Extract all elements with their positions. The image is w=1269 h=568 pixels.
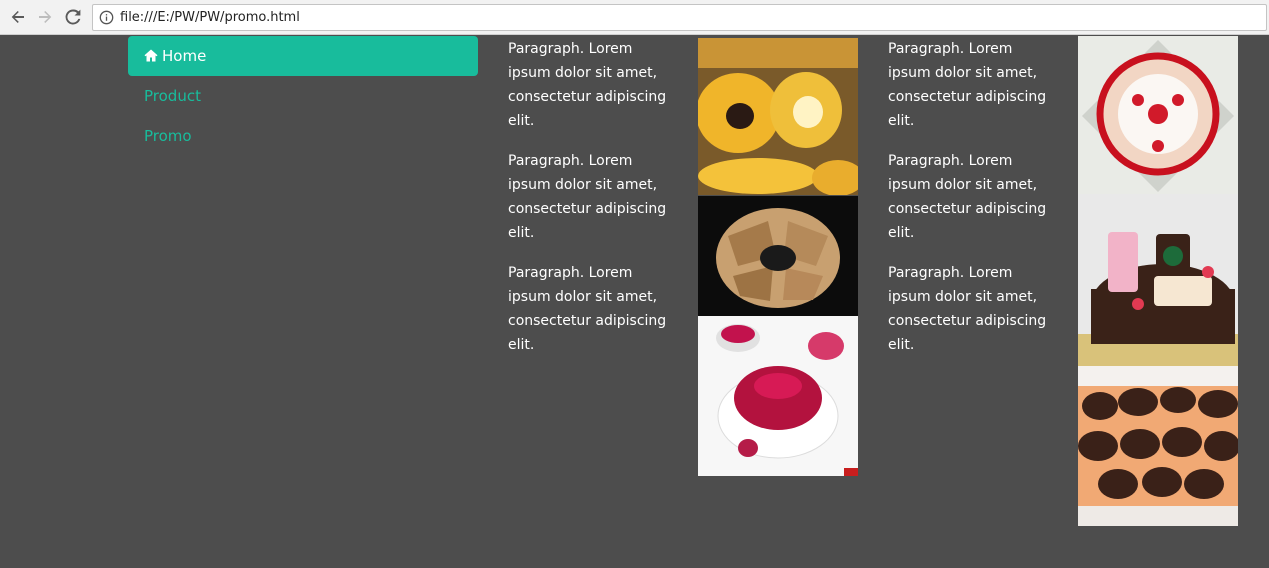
- sidebar-item-label: Home: [162, 47, 207, 65]
- paragraph: Paragraph. Lorem ipsum dolor sit amet, c…: [508, 41, 667, 129]
- browser-toolbar: file:///E:/PW/PW/promo.html: [0, 0, 1269, 35]
- sidebar-item-label: Product: [144, 87, 201, 105]
- chocolate-cookies-image: [1078, 366, 1238, 526]
- image-column-b: [1078, 36, 1238, 526]
- back-arrow-icon[interactable]: [7, 6, 29, 28]
- sidebar-item-label: Promo: [144, 127, 192, 145]
- reload-icon[interactable]: [62, 6, 84, 28]
- wafer-snack-image: [698, 196, 858, 316]
- paragraph: Paragraph. Lorem ipsum dolor sit amet, c…: [508, 153, 667, 241]
- text-column-a: Paragraph. Lorem ipsum dolor sit amet, c…: [508, 37, 668, 373]
- home-icon: [144, 49, 158, 62]
- address-bar[interactable]: file:///E:/PW/PW/promo.html: [92, 4, 1267, 31]
- image-column-a: [698, 38, 858, 476]
- paragraph: Paragraph. Lorem ipsum dolor sit amet, c…: [888, 153, 1047, 241]
- jelly-pudding-image: [698, 316, 858, 476]
- strawberry-tart-image: [1078, 36, 1238, 194]
- sidebar-item-product[interactable]: Product: [128, 76, 478, 116]
- paragraph: Paragraph. Lorem ipsum dolor sit amet, c…: [888, 41, 1047, 129]
- forward-arrow-icon[interactable]: [34, 6, 56, 28]
- info-icon[interactable]: [99, 10, 114, 25]
- chocolate-cake-image: [1078, 194, 1238, 366]
- text-column-b: Paragraph. Lorem ipsum dolor sit amet, c…: [888, 37, 1048, 373]
- roll-cake-image: [698, 38, 858, 195]
- url-text[interactable]: file:///E:/PW/PW/promo.html: [120, 10, 300, 25]
- paragraph: Paragraph. Lorem ipsum dolor sit amet, c…: [888, 265, 1047, 353]
- sidebar-item-home[interactable]: Home: [128, 36, 478, 76]
- sidebar-nav: Home Product Promo: [128, 36, 478, 156]
- paragraph: Paragraph. Lorem ipsum dolor sit amet, c…: [508, 265, 667, 353]
- sidebar-item-promo[interactable]: Promo: [128, 116, 478, 156]
